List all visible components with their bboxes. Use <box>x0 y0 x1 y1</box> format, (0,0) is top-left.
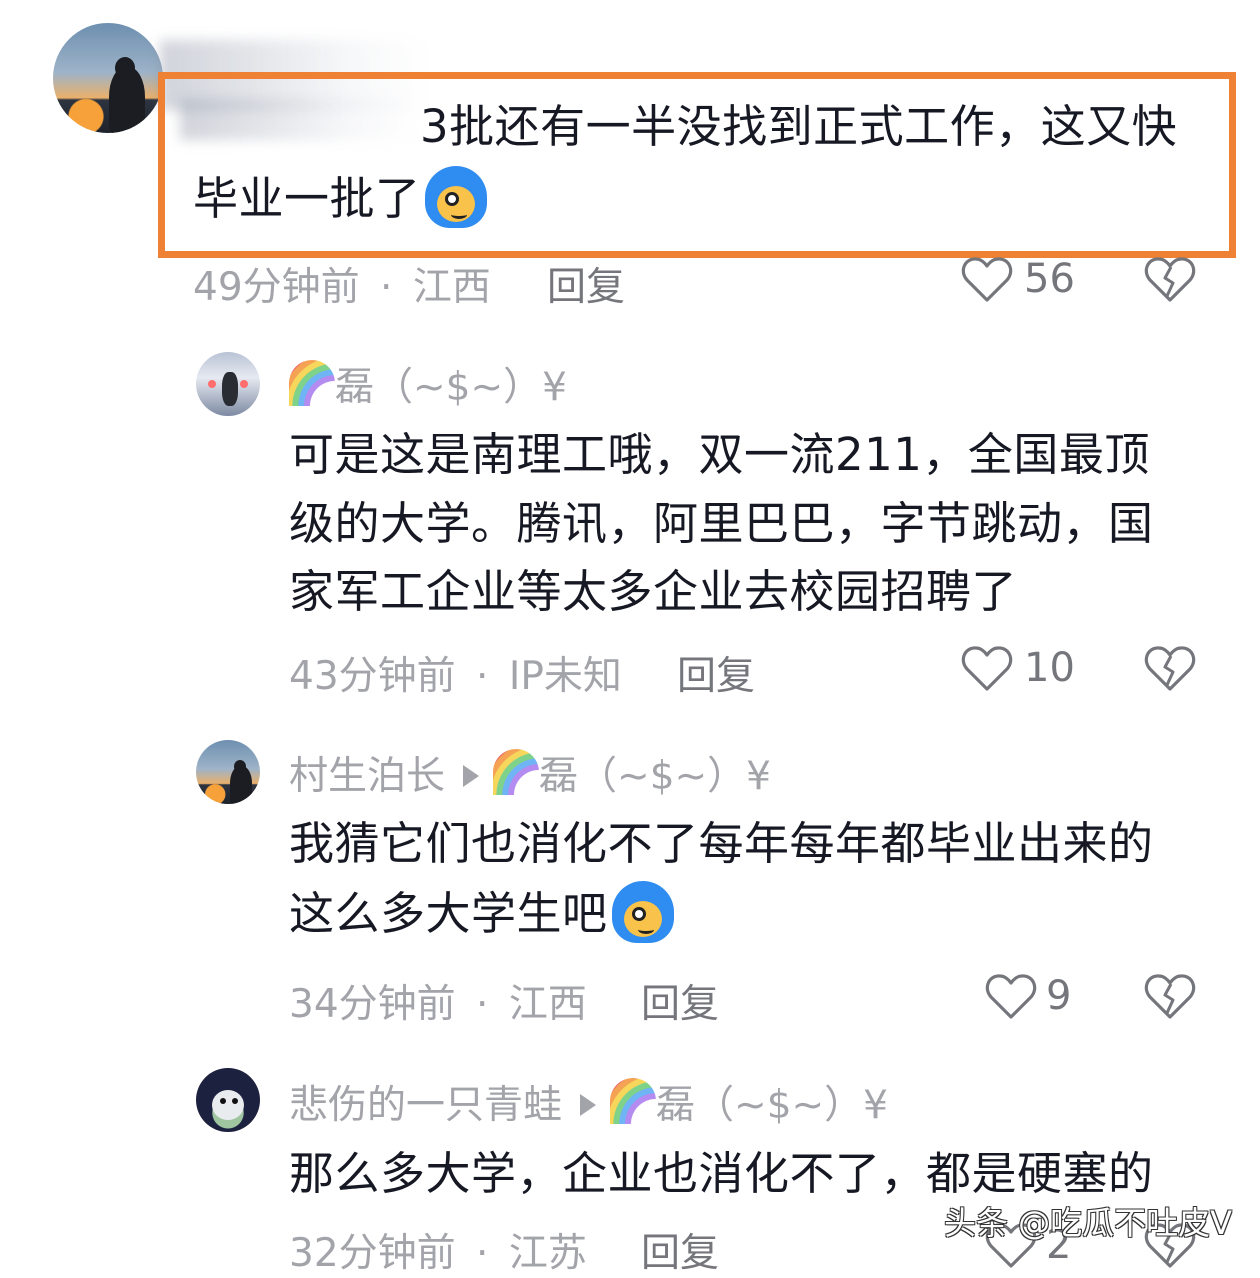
comment-time: 32分钟前 <box>289 1231 456 1276</box>
comment-text-line: 这么多大学生吧 <box>289 880 674 948</box>
comment-text-line: 可是这是南理工哦，双一流211，全国最顶 <box>289 428 1150 481</box>
reply-to-username: 磊（~$~）¥ <box>656 1083 888 1128</box>
dislike-icon[interactable] <box>1144 256 1196 304</box>
like-icon[interactable] <box>985 973 1037 1021</box>
separator: · <box>476 982 489 1027</box>
comment-time: 34分钟前 <box>289 982 456 1027</box>
like-count: 9 <box>1046 973 1072 1019</box>
rainbow-icon <box>610 1078 657 1124</box>
username-text: 悲伤的一只青蛙 <box>289 1083 563 1128</box>
reply-button[interactable]: 回复 <box>547 256 625 312</box>
avatar[interactable] <box>53 23 163 133</box>
comment-text-line: 我猜它们也消化不了每年每年都毕业出来的 <box>289 817 1154 870</box>
rainbow-icon <box>289 360 335 406</box>
reply-button[interactable]: 回复 <box>677 645 755 701</box>
comment-text: 这么多大学生吧 <box>289 887 608 940</box>
blurred-text-prefix <box>180 100 420 140</box>
comment-location: 江西 <box>412 265 491 310</box>
username-text: 磊（~$~）¥ <box>335 365 567 410</box>
comment-meta: 49分钟前 · 江西 <box>193 256 491 312</box>
dislike-icon[interactable] <box>1144 973 1196 1021</box>
like-icon[interactable] <box>961 256 1013 304</box>
comment-meta: 34分钟前 · 江西 <box>289 973 587 1029</box>
comment-username[interactable]: 悲伤的一只青蛙 磊（~$~）¥ <box>289 1074 888 1130</box>
comment-text: 毕业一批了 <box>193 172 421 225</box>
reply-arrow-icon <box>463 765 480 787</box>
reply-button[interactable]: 回复 <box>641 1222 719 1278</box>
comment-meta: 32分钟前 · 江苏 <box>289 1222 587 1278</box>
like-icon[interactable] <box>961 645 1013 693</box>
comment-text-line: 3批还有一半没找到正式工作，这又快 <box>420 100 1178 153</box>
comment-location: 江苏 <box>508 1231 587 1276</box>
comment-text-line: 级的大学。腾讯，阿里巴巴，字节跳动，国 <box>289 497 1154 550</box>
rainbow-icon <box>493 749 540 795</box>
comment-username[interactable]: 磊（~$~）¥ <box>289 356 567 412</box>
separator: · <box>476 654 489 699</box>
comment-text-line: 毕业一批了 <box>193 165 487 233</box>
comment-meta: 43分钟前 · IP未知 <box>289 645 622 701</box>
avatar[interactable] <box>196 352 260 416</box>
comment-text-line: 家军工企业等太多企业去校园招聘了 <box>289 565 1018 618</box>
like-count: 56 <box>1024 256 1075 302</box>
reply-to-username: 磊（~$~）¥ <box>539 754 771 799</box>
comment-location: 江西 <box>508 982 587 1027</box>
username-text: 村生泊长 <box>289 754 446 799</box>
like-count: 10 <box>1024 645 1075 691</box>
comment-location: IP未知 <box>508 654 622 699</box>
doge-blue-hair-emoji <box>611 881 674 943</box>
comment-time: 43分钟前 <box>289 654 456 699</box>
separator: · <box>380 265 393 310</box>
separator: · <box>476 1231 489 1276</box>
doge-blue-hair-emoji <box>424 166 487 228</box>
comment-time: 49分钟前 <box>193 265 360 310</box>
reply-arrow-icon <box>580 1094 597 1116</box>
dislike-icon[interactable] <box>1144 645 1196 693</box>
watermark: 头条 @吃瓜不吐皮V <box>944 1204 1233 1242</box>
comment-username[interactable]: 村生泊长 磊（~$~）¥ <box>289 745 771 801</box>
reply-button[interactable]: 回复 <box>641 973 719 1029</box>
avatar[interactable] <box>196 1068 260 1132</box>
avatar[interactable] <box>196 740 260 804</box>
